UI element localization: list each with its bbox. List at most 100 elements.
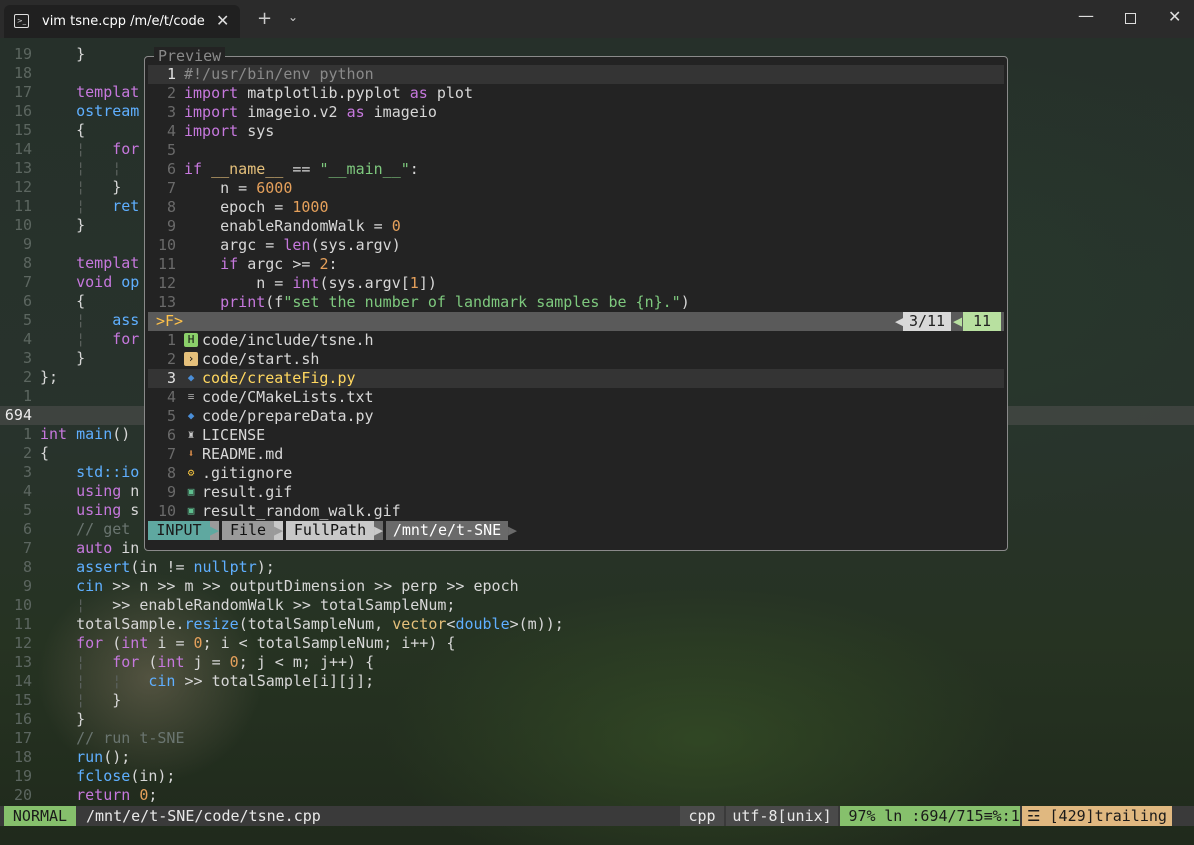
item-index: 2 [166, 350, 176, 368]
file-encoding: utf-8[unix] [726, 806, 838, 826]
line-number: 10 [13, 596, 32, 614]
file-name: result_random_walk.gif [202, 502, 401, 520]
code-text: }; [40, 368, 59, 386]
status-line: NORMAL /mnt/e/t-SNE/code/tsne.cpp cpp ut… [0, 806, 1194, 826]
title-bar: >_ vim tsne.cpp /m/e/t/code ✕ + ⌄ — ✕ [0, 0, 1194, 38]
code-text: return 0; [76, 786, 158, 804]
preview-line: 12 n = int(sys.argv[1]) [148, 274, 1004, 293]
file-name: .gitignore [202, 464, 293, 482]
finder-list-item[interactable]: 10 ▣ result_random_walk.gif [148, 502, 1004, 521]
maximize-icon[interactable] [1125, 13, 1136, 24]
code-text: { [40, 121, 86, 139]
terminal-tab[interactable]: >_ vim tsne.cpp /m/e/t/code ✕ [4, 5, 240, 38]
code-text: assert(in != nullptr); [76, 558, 275, 576]
close-tab-icon[interactable]: ✕ [216, 11, 229, 30]
finder-list-item[interactable]: 4 ≡ code/CMakeLists.txt [148, 388, 1004, 407]
code-line[interactable]: 20 return 0; [0, 786, 1194, 805]
code-text: fclose(in); [76, 767, 176, 785]
close-window-icon[interactable]: ✕ [1168, 7, 1181, 26]
code-line[interactable]: 18 run(); [0, 748, 1194, 767]
line-number: 2 [22, 368, 32, 386]
code-line[interactable]: 9 cin >> n >> m >> outputDimension >> pe… [0, 577, 1194, 596]
finder-mode: INPUT [148, 521, 210, 540]
code-text: templat [76, 83, 140, 101]
text-file-icon: ≡ [187, 390, 195, 403]
line-number: 694 [4, 406, 32, 424]
code-line[interactable]: 13 ¦ for (int j = 0; j < m; j++) { [0, 653, 1194, 672]
preview-line: 8 epoch = 1000 [148, 198, 1004, 217]
code-text: using n [76, 482, 140, 500]
line-number: 20 [13, 786, 32, 804]
preview-code-text: import imageio.v2 as imageio [184, 103, 437, 121]
preview-label: Preview [154, 47, 226, 65]
line-number: 4 [22, 482, 32, 500]
preview-line: 1 #!/usr/bin/env python [148, 65, 1004, 84]
line-number: 8 [22, 254, 32, 272]
finder-list-item[interactable]: 5 ◆ code/prepareData.py [148, 407, 1004, 426]
terminal-icon: >_ [14, 14, 29, 28]
line-number: 15 [13, 691, 32, 709]
line-number: 10 [13, 216, 32, 234]
finder-list-item[interactable]: 3 ◆ code/createFig.py [148, 369, 1004, 388]
code-text: for (int i = 0; i < totalSampleNum; i++)… [76, 634, 456, 652]
preview-code-text: enableRandomWalk = 0 [184, 217, 401, 235]
code-line[interactable]: 10 ¦ >> enableRandomWalk >> totalSampleN… [0, 596, 1194, 615]
code-line[interactable]: 15 ¦ } [0, 691, 1194, 710]
code-line[interactable]: 17 // run t-SNE [0, 729, 1194, 748]
item-index: 4 [166, 388, 176, 406]
code-text: templat [76, 254, 140, 272]
preview-line-number: 5 [166, 141, 176, 159]
code-line[interactable]: 11 totalSample.resize(totalSampleNum, ve… [0, 615, 1194, 634]
preview-line-number: 4 [166, 122, 176, 140]
new-tab-plus-icon[interactable]: + [257, 8, 272, 29]
chevron-down-icon[interactable]: ⌄ [288, 10, 298, 24]
finder-list-item[interactable]: 7 ⬇ README.md [148, 445, 1004, 464]
finder-list-item[interactable]: 8 ⚙ .gitignore [148, 464, 1004, 483]
line-number: 19 [13, 767, 32, 785]
h-file-icon: H [184, 333, 198, 347]
filetype: cpp [680, 806, 724, 826]
match-count: 3/11 [903, 312, 951, 331]
finder-list-item[interactable]: 1 Hcode/include/tsne.h [148, 331, 1004, 350]
code-text: cin >> n >> m >> outputDimension >> perp… [76, 577, 519, 595]
line-number: 3 [22, 463, 32, 481]
finder-list-item[interactable]: 2 › code/start.sh [148, 350, 1004, 369]
code-line[interactable]: 16 } [0, 710, 1194, 729]
preview-line-number: 7 [166, 179, 176, 197]
finder-list-item[interactable]: 6 ♜ LICENSE [148, 426, 1004, 445]
code-text: ¦ for [76, 330, 140, 348]
line-number: 12 [13, 178, 32, 196]
tab-title: vim tsne.cpp /m/e/t/code [42, 14, 205, 29]
item-index: 9 [166, 483, 176, 501]
code-line[interactable]: 12 for (int i = 0; i < totalSampleNum; i… [0, 634, 1194, 653]
file-path: /mnt/e/t-SNE/code/tsne.cpp [86, 807, 321, 825]
preview-code-text: argc = len(sys.argv) [184, 236, 401, 254]
line-number: 5 [22, 311, 32, 329]
code-text: ¦ ass [76, 311, 140, 329]
item-index: 8 [166, 464, 176, 482]
preview-line: 2 import matplotlib.pyplot as plot [148, 84, 1004, 103]
code-text: // get [76, 520, 131, 538]
line-number: 16 [13, 102, 32, 120]
line-number: 9 [22, 577, 32, 595]
file-name: code/createFig.py [202, 369, 356, 387]
file-name: code/prepareData.py [202, 407, 374, 425]
shell-file-icon: › [184, 352, 198, 366]
code-text: ostream [76, 102, 140, 120]
line-number: 18 [13, 748, 32, 766]
code-line[interactable]: 14 ¦ ¦ cin >> totalSample[i][j]; [0, 672, 1194, 691]
line-number: 12 [13, 634, 32, 652]
code-line[interactable]: 8 assert(in != nullptr); [0, 558, 1194, 577]
finder-prompt[interactable]: >F> [156, 312, 183, 331]
scroll-percent: 97% [840, 806, 884, 826]
markdown-icon: ⬇ [187, 447, 195, 460]
finder-list-item[interactable]: 9 ▣ result.gif [148, 483, 1004, 502]
minimize-icon[interactable]: — [1078, 6, 1094, 25]
code-line[interactable]: 19 fclose(in); [0, 767, 1194, 786]
finder-prompt-bar[interactable]: >F> ◀ 3/11 ◀ 11 [148, 312, 1004, 331]
preview-code-text: #!/usr/bin/env python [184, 65, 374, 83]
line-number: 18 [13, 64, 32, 82]
code-text: ¦ } [76, 691, 122, 709]
preview-line-number: 2 [166, 84, 176, 102]
line-number: 1 [22, 387, 32, 405]
